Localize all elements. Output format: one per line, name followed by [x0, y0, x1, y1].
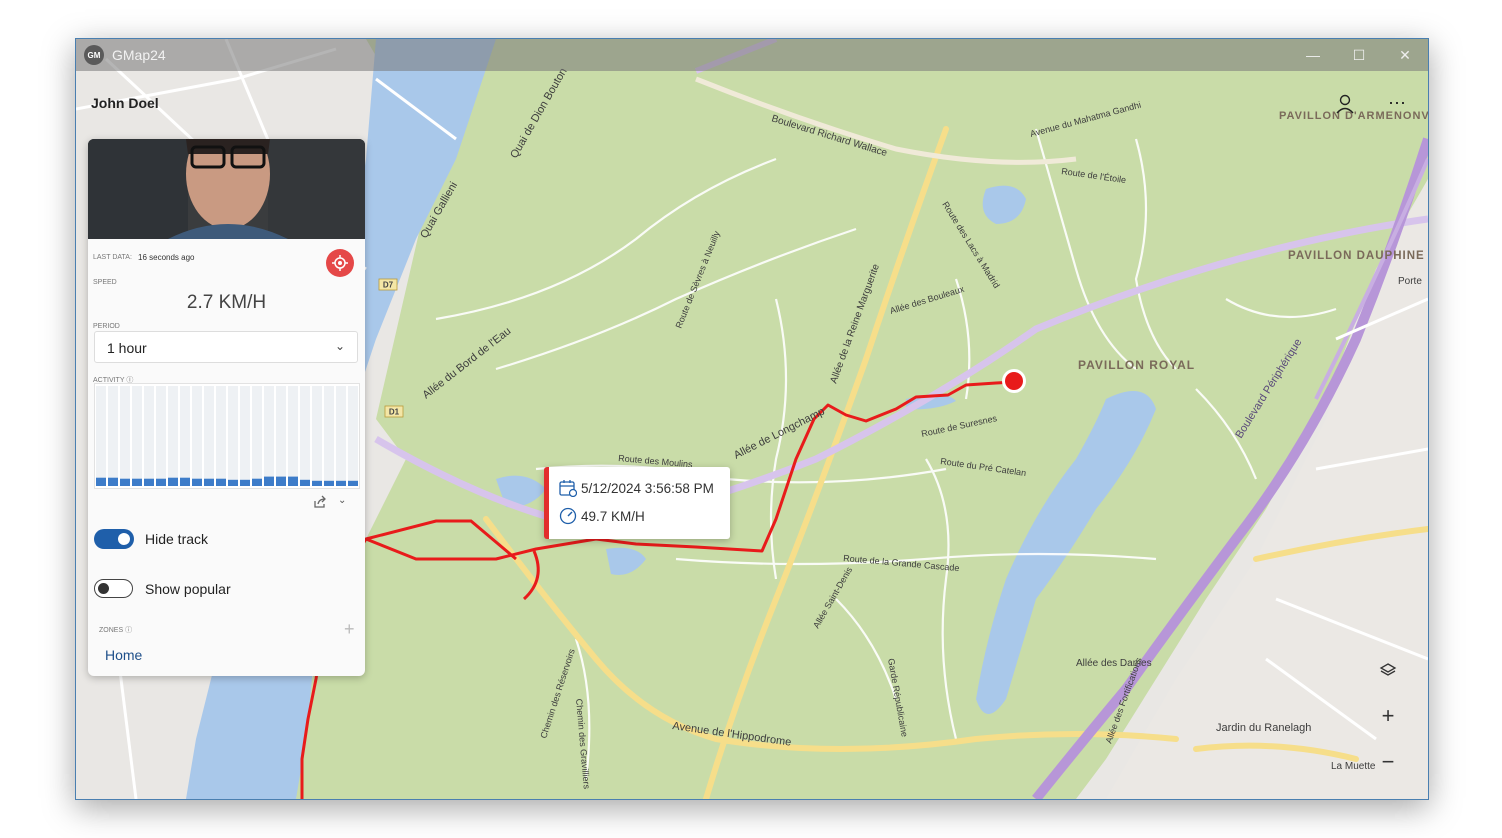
calendar-icon: [559, 480, 577, 497]
layers-button[interactable]: [1364, 651, 1412, 691]
share-icon[interactable]: [313, 495, 327, 509]
zones-label: ZONES ⓘ: [99, 627, 133, 634]
hide-track-label: Hide track: [145, 531, 209, 547]
activity-bar: [300, 479, 310, 486]
show-popular-label: Show popular: [145, 581, 231, 597]
activity-slot: [252, 386, 262, 486]
speed-label: SPEED: [93, 279, 117, 286]
activity-bar: [180, 477, 190, 486]
activity-chart: [94, 383, 360, 489]
activity-bar: [108, 477, 118, 486]
activity-slot: [240, 386, 250, 486]
activity-bar: [288, 476, 298, 486]
map-label: Porte: [1398, 276, 1422, 287]
activity-slot: [144, 386, 154, 486]
activity-bar: [144, 478, 154, 486]
map-label: Jardin du Ranelagh: [1216, 722, 1311, 734]
activity-bar: [312, 480, 322, 486]
activity-slot: [336, 386, 346, 486]
activity-bar: [156, 478, 166, 486]
crosshair-icon: [332, 255, 348, 271]
activity-slot: [312, 386, 322, 486]
zone-item-home[interactable]: Home: [105, 647, 142, 663]
window-title: GMap24: [112, 47, 166, 63]
map-label: PAVILLON ROYAL: [1078, 358, 1195, 372]
speed-value: 2.7 KM/H: [186, 292, 267, 313]
activity-slot: [120, 386, 130, 486]
speedometer-icon: [559, 507, 577, 525]
activity-slot: [288, 386, 298, 486]
hide-track-toggle[interactable]: [94, 529, 134, 549]
activity-slot: [300, 386, 310, 486]
device-panel: LAST DATA: 16 seconds ago SPEED 2.7 KM/H…: [88, 139, 365, 676]
toggle-knob: [118, 533, 130, 545]
activity-slot: [216, 386, 226, 486]
app-icon: GM: [84, 45, 104, 65]
activity-slot: [192, 386, 202, 486]
user-name[interactable]: John Doel: [91, 95, 159, 111]
chevron-down-icon[interactable]: ⌄: [338, 495, 346, 506]
activity-bar: [228, 479, 238, 486]
activity-bar: [264, 476, 274, 486]
show-popular-toggle[interactable]: [94, 579, 133, 598]
info-icon: ⓘ: [125, 627, 133, 634]
user-icon[interactable]: [1334, 93, 1356, 115]
activity-bar: [168, 477, 178, 486]
activity-bar: [216, 478, 226, 486]
close-button[interactable]: ✕: [1382, 39, 1428, 71]
activity-bar: [336, 480, 346, 486]
zoom-in-button[interactable]: +: [1364, 696, 1412, 736]
locate-button[interactable]: [326, 249, 354, 277]
layers-icon: [1379, 663, 1397, 676]
period-label: PERIOD: [93, 323, 120, 330]
period-select[interactable]: 1 hour ⌄: [94, 331, 358, 363]
activity-slot: [204, 386, 214, 486]
svg-text:D7: D7: [383, 281, 394, 290]
activity-slot: [264, 386, 274, 486]
last-data-value: 16 seconds ago: [138, 253, 195, 262]
activity-bar: [132, 478, 142, 486]
zoom-out-button[interactable]: −: [1364, 742, 1412, 782]
toggle-knob: [98, 583, 109, 594]
minimize-button[interactable]: —: [1290, 39, 1336, 71]
activity-bar: [348, 480, 358, 486]
activity-bar: [276, 476, 286, 486]
activity-bar: [120, 478, 130, 486]
period-value: 1 hour: [107, 340, 147, 356]
activity-bar: [324, 480, 334, 486]
activity-slot: [132, 386, 142, 486]
last-data-label: LAST DATA:: [93, 254, 132, 261]
more-options-icon[interactable]: ⋯: [1388, 93, 1407, 114]
app-window: D7 D1 Boulevard Richard Wallace Allée de…: [75, 38, 1429, 800]
map-label: PAVILLON DAUPHINE: [1288, 250, 1425, 262]
activity-slot: [276, 386, 286, 486]
activity-slot: [324, 386, 334, 486]
activity-bar: [240, 479, 250, 486]
activity-slot: [96, 386, 106, 486]
activity-bar: [192, 478, 202, 486]
add-zone-icon[interactable]: +: [344, 619, 355, 640]
activity-slot: [168, 386, 178, 486]
activity-slot: [108, 386, 118, 486]
track-point-tooltip: 5/12/2024 3:56:58 PM 49.7 KM/H: [544, 467, 730, 539]
activity-bar: [252, 478, 262, 486]
chevron-down-icon: ⌄: [334, 339, 345, 353]
maximize-button[interactable]: ☐: [1336, 39, 1382, 71]
activity-bar: [96, 477, 106, 486]
activity-bar: [204, 478, 214, 486]
activity-slot: [348, 386, 358, 486]
activity-slot: [228, 386, 238, 486]
title-bar[interactable]: GM GMap24 — ☐ ✕: [76, 39, 1428, 71]
tooltip-speed: 49.7 KM/H: [581, 508, 645, 524]
svg-text:D1: D1: [389, 408, 400, 417]
activity-slot: [180, 386, 190, 486]
tooltip-datetime: 5/12/2024 3:56:58 PM: [581, 480, 714, 496]
activity-slot: [156, 386, 166, 486]
user-photo: [88, 139, 365, 239]
